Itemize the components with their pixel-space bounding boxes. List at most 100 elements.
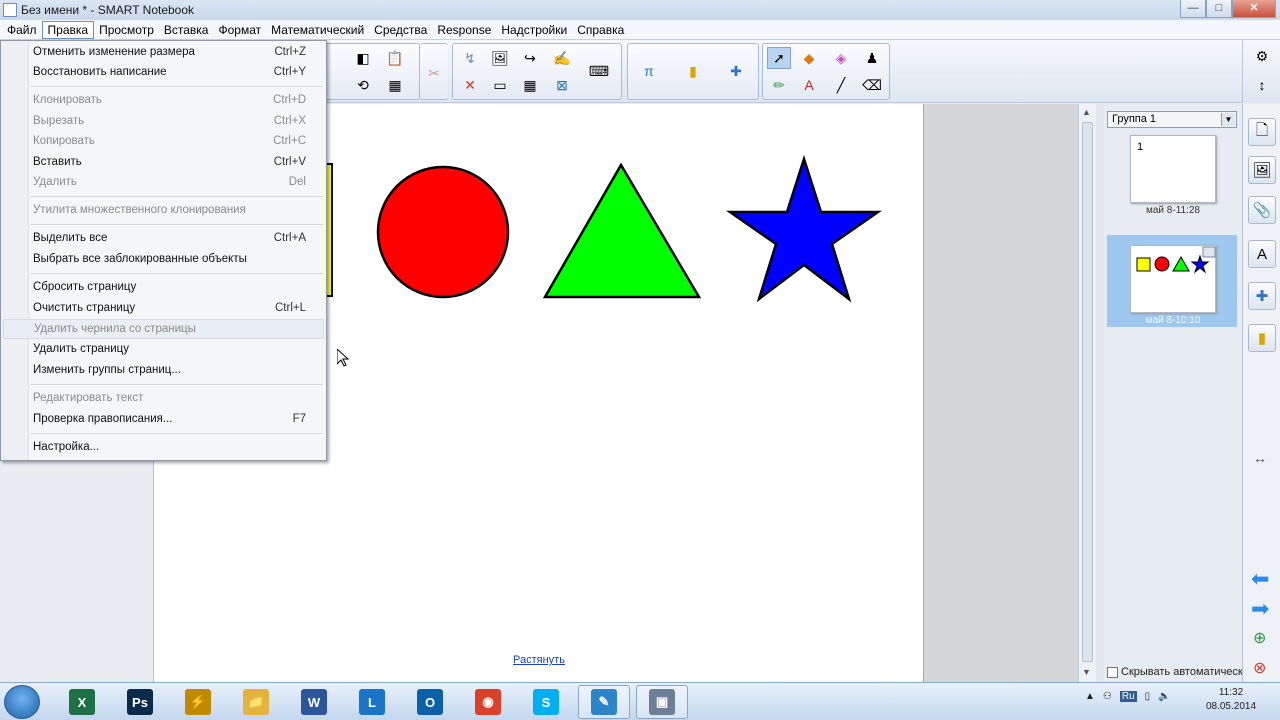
menu-item-edit-text[interactable]: Редактировать текст xyxy=(3,388,324,408)
menu-item-edit-page-groups[interactable]: Изменить группы страниц... xyxy=(3,360,324,380)
taskbar-app-smart-tools[interactable]: ▣ xyxy=(636,685,688,719)
menu-item-infinite-cloner[interactable]: Утилита множественного клонирования xyxy=(3,200,324,220)
group-select[interactable]: Группа 1 ▼ xyxy=(1107,111,1237,128)
eraser-icon[interactable]: ⌫ xyxy=(860,74,884,96)
gear-icon[interactable]: ⚙ xyxy=(1250,45,1274,67)
pens-icon[interactable]: ✏ xyxy=(767,74,791,96)
clear-icon[interactable]: ⊠ xyxy=(550,74,574,96)
chevron-down-icon[interactable]: ▼ xyxy=(1221,113,1235,126)
scroll-thumb[interactable] xyxy=(1082,122,1093,662)
menu-file[interactable]: Файл xyxy=(2,21,42,39)
menu-item-delete-page[interactable]: Удалить страницу xyxy=(3,339,324,359)
menu-item-paste[interactable]: Вставить Ctrl+V xyxy=(3,152,324,172)
menu-item-clone[interactable]: Клонировать Ctrl+D xyxy=(3,90,324,110)
select-arrow-icon[interactable]: ➚ xyxy=(767,47,791,69)
scroll-up-icon[interactable]: ▲ xyxy=(1082,107,1091,117)
menu-item-select-all[interactable]: Выделить все Ctrl+A xyxy=(3,228,324,248)
close-button[interactable]: ✕ xyxy=(1232,0,1276,18)
undo-ink-icon[interactable]: ↯ xyxy=(458,47,482,69)
menu-edit[interactable]: Правка xyxy=(41,20,95,39)
fill-icon[interactable]: ♟ xyxy=(860,47,884,69)
attachments-tab-icon[interactable]: 📎 xyxy=(1248,196,1276,224)
network-icon[interactable]: ⚇ xyxy=(1103,691,1112,702)
battery-icon[interactable]: ▯ xyxy=(1145,691,1151,702)
menu-item-clear-ink[interactable]: Удалить чернила со страницы xyxy=(3,319,324,339)
menu-view[interactable]: Просмотр xyxy=(94,21,159,39)
show-hidden-icons-icon[interactable]: ▲ xyxy=(1085,691,1095,702)
taskbar-app-chrome[interactable]: ◉ xyxy=(462,685,514,719)
taskbar-app-outlook[interactable]: O xyxy=(404,685,456,719)
insert-table-icon[interactable]: ▦ xyxy=(518,74,542,96)
taskbar-app-word[interactable]: W xyxy=(288,685,340,719)
menu-format[interactable]: Формат xyxy=(213,21,266,39)
delete-page-icon[interactable]: ⊗ xyxy=(1253,658,1266,678)
taskbar-app-notebook[interactable]: ✎ xyxy=(578,685,630,719)
taskbar-app-excel[interactable]: X xyxy=(56,685,108,719)
keyboard-icon[interactable]: ⌨ xyxy=(587,60,611,82)
delete-icon[interactable]: ✕ xyxy=(458,74,482,96)
table-small-icon[interactable]: ▦ xyxy=(383,74,407,96)
red-circle-shape[interactable] xyxy=(376,165,510,299)
redo-icon[interactable]: ↪ xyxy=(518,47,542,69)
autohide-option[interactable]: Скрывать автоматическ xyxy=(1107,666,1243,678)
start-button[interactable] xyxy=(4,685,40,719)
eraser-magic-icon[interactable]: ◈ xyxy=(829,47,853,69)
green-triangle-shape[interactable] xyxy=(542,162,702,299)
math-pi-icon[interactable]: π xyxy=(637,60,661,82)
previous-page-icon[interactable]: ⬅ xyxy=(1251,566,1269,592)
menu-item-undo[interactable]: Отменить изменение размера Ctrl+Z xyxy=(3,42,324,62)
clock[interactable]: 11:32 08.05.2014 xyxy=(1198,686,1264,714)
gallery-tab-icon[interactable]: 🖼 xyxy=(1248,156,1276,184)
taskbar-app-winamp[interactable]: ⚡ xyxy=(172,685,224,719)
menu-math[interactable]: Математический xyxy=(266,21,369,39)
maximize-button[interactable]: □ xyxy=(1206,0,1232,18)
language-indicator[interactable]: Ru xyxy=(1119,691,1137,702)
next-page-icon[interactable]: ➡ xyxy=(1251,596,1269,622)
autohide-checkbox[interactable] xyxy=(1107,666,1118,678)
taskbar-app-photoshop[interactable]: Ps xyxy=(114,685,166,719)
menu-item-spellcheck[interactable]: Проверка правописания... F7 xyxy=(3,409,324,429)
rotate-icon[interactable]: ⟲ xyxy=(351,74,375,96)
taskbar-app-skype[interactable]: S xyxy=(520,685,572,719)
menu-item-delete[interactable]: Удалить Del xyxy=(3,172,324,192)
volume-icon[interactable]: 🔈 xyxy=(1158,691,1170,702)
menu-response[interactable]: Response xyxy=(432,21,496,39)
menu-item-settings[interactable]: Настройка... xyxy=(3,437,324,457)
shapes-icon[interactable]: ◆ xyxy=(797,47,821,69)
text-icon[interactable]: A xyxy=(797,74,821,96)
add-page-icon[interactable]: ⊕ xyxy=(1253,628,1266,648)
taskbar-app-lync[interactable]: L xyxy=(346,685,398,719)
minimize-button[interactable]: — xyxy=(1180,0,1206,18)
move-toolbar-icon[interactable]: ↕ xyxy=(1250,74,1274,96)
menu-insert[interactable]: Вставка xyxy=(159,21,214,39)
document-camera-icon[interactable]: ▭ xyxy=(488,74,512,96)
recognize-icon[interactable]: ✍ xyxy=(550,47,574,69)
addons-tab-icon[interactable]: ✚ xyxy=(1248,282,1276,310)
menu-item-select-locked[interactable]: Выбрать все заблокированные объекты xyxy=(3,249,324,269)
menu-item-clear-page[interactable]: Очистить страницу Ctrl+L xyxy=(3,298,324,318)
page-thumbnail-1[interactable]: 1 xyxy=(1130,135,1216,203)
line-icon[interactable]: ╱ xyxy=(829,74,853,96)
stretch-link[interactable]: Растянуть xyxy=(513,654,565,666)
insert-picture-icon[interactable]: 🖼 xyxy=(488,47,512,69)
blue-star-shape[interactable] xyxy=(726,154,882,303)
menu-tools[interactable]: Средства xyxy=(369,21,432,39)
response-tab-icon[interactable]: ▮ xyxy=(1248,324,1276,352)
page-sorter-tab-icon[interactable]: 🗋 xyxy=(1248,118,1276,146)
response-icon[interactable]: ▮ xyxy=(681,60,705,82)
taskbar-app-explorer[interactable]: 📁 xyxy=(230,685,282,719)
paste-page-icon[interactable]: 📋 xyxy=(383,47,407,69)
page-thumbnail-2[interactable] xyxy=(1130,245,1216,313)
panel-splitter[interactable] xyxy=(1096,104,1104,682)
move-panel-icon[interactable]: ↔ xyxy=(1253,450,1267,466)
properties-tab-icon[interactable]: A xyxy=(1248,240,1276,268)
menu-item-redo[interactable]: Восстановить написание Ctrl+Y xyxy=(3,62,324,82)
puzzle-icon[interactable]: ✚ xyxy=(724,60,748,82)
vertical-scrollbar[interactable]: ▲ ▼ xyxy=(1078,104,1096,682)
menu-item-copy[interactable]: Копировать Ctrl+C xyxy=(3,131,324,151)
menu-addons[interactable]: Надстройки xyxy=(496,21,572,39)
screen-shade-icon[interactable]: ◧ xyxy=(351,47,375,69)
scroll-down-icon[interactable]: ▼ xyxy=(1082,667,1091,677)
scissors-icon[interactable]: ✂ xyxy=(422,62,446,84)
menu-item-reset-page[interactable]: Сбросить страницу xyxy=(3,277,324,297)
